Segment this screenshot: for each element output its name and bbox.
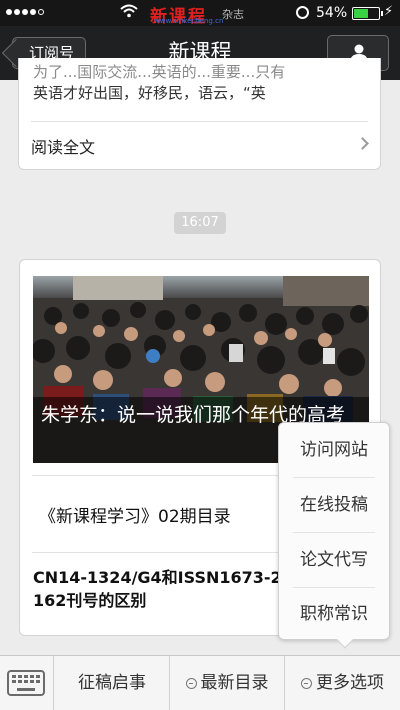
tab-label: 征稿启事 <box>78 673 146 693</box>
tab-latest-contents[interactable]: 最新目录 <box>170 656 285 710</box>
battery-percentage: 54% <box>316 5 348 21</box>
tab-label: 最新目录 <box>200 673 269 693</box>
article-snippet-partial: 为了...国际交流...英语的...重要...只有 <box>33 63 286 81</box>
read-full-article-link[interactable]: 阅读全文 <box>19 122 380 168</box>
menu-item-online-submission[interactable]: 在线投稿 <box>279 478 389 532</box>
article-title: 《新课程学习》02期目录 <box>39 507 231 527</box>
watermark-logo: 新课程 杂志 www.xinkecheng.cn <box>150 2 260 27</box>
menu-item-visit-website[interactable]: 访问网站 <box>279 423 389 477</box>
signal-strength-icon <box>6 9 44 15</box>
article-card-previous: 为了...国际交流...英语的...重要...只有 英语才好出国，好移民，语云，… <box>18 58 381 170</box>
battery-level-fill <box>354 9 368 18</box>
tab-label: 更多选项 <box>316 673 384 693</box>
keyboard-toggle-button[interactable] <box>0 656 54 710</box>
wifi-icon <box>120 4 138 18</box>
submenu-icon <box>185 678 197 689</box>
article-snippet: 英语才好出国，好移民，语云，“英 <box>33 84 266 102</box>
tab-call-for-papers[interactable]: 征稿启事 <box>55 656 170 710</box>
bottom-menu-bar: 征稿启事 最新目录 更多选项 <box>0 655 400 710</box>
battery-icon <box>352 7 383 20</box>
read-full-article-label: 阅读全文 <box>31 138 96 157</box>
watermark-subtitle: 杂志 <box>222 8 244 21</box>
menu-item-title-knowledge[interactable]: 职称常识 <box>279 587 389 641</box>
menu-item-paper-writing[interactable]: 论文代写 <box>279 533 389 587</box>
tab-more-options[interactable]: 更多选项 <box>285 656 400 710</box>
charging-bolt-icon: ⚡ <box>384 4 394 19</box>
watermark-url: www.xinkecheng.cn <box>154 17 224 25</box>
more-options-popup-menu: 访问网站 在线投稿 论文代写 职称常识 <box>278 422 390 640</box>
message-timestamp: 16:07 <box>174 212 226 234</box>
alarm-clock-icon <box>296 6 309 19</box>
article-title: CN14-1324/G4和ISSN1673-2162刊号的区别 <box>33 568 282 610</box>
submenu-icon <box>301 678 312 689</box>
chevron-right-icon <box>356 137 369 150</box>
status-bar: 新课程 杂志 www.xinkecheng.cn 54% ⚡ <box>0 0 400 27</box>
keyboard-icon <box>7 670 45 696</box>
